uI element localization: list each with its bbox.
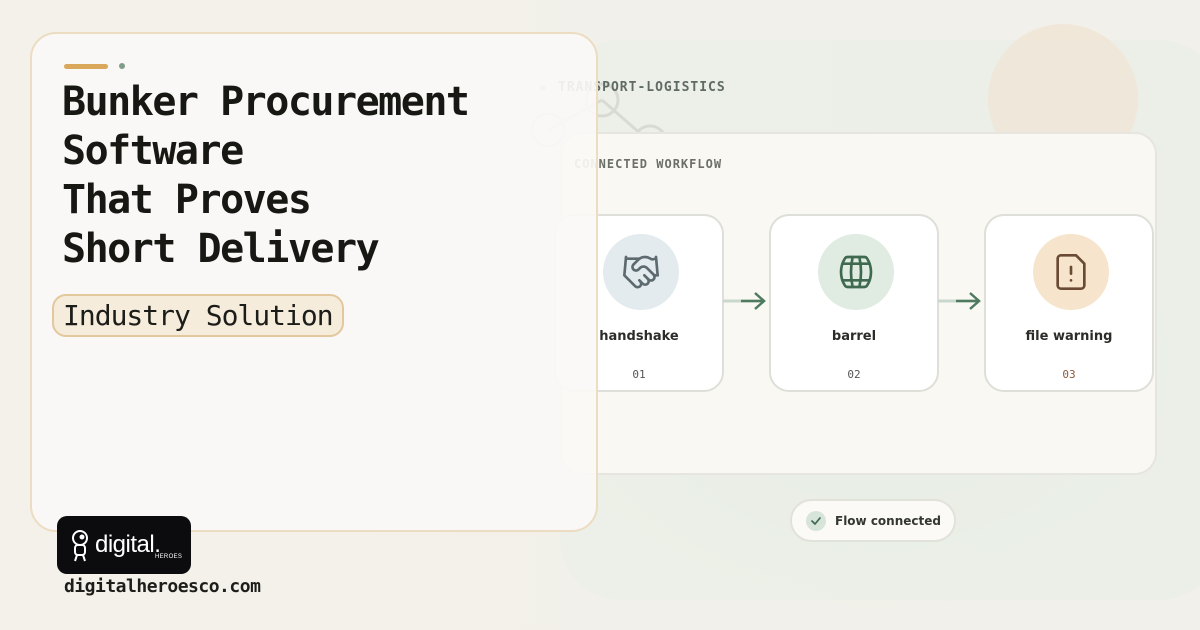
file-warning-icon <box>1056 254 1086 290</box>
step-icon-circle <box>818 234 894 310</box>
brand-logo[interactable]: digital. HEROES <box>57 516 191 574</box>
step-icon-circle <box>603 234 679 310</box>
accent-bar <box>64 64 108 69</box>
step-name: file warning <box>1025 329 1113 344</box>
title-line: Software <box>62 128 244 174</box>
step-icon-circle <box>1033 234 1109 310</box>
workflow-step-barrel: barrel 02 <box>769 214 939 392</box>
industry-tag: Industry Solution <box>52 294 344 337</box>
step-number: 02 <box>847 368 861 381</box>
title-line: Short Delivery <box>62 226 380 272</box>
handshake-icon <box>623 255 659 289</box>
accent-dot <box>119 63 125 69</box>
page-title: Bunker Procurement Software That Proves … <box>62 78 562 274</box>
workflow-step-file-warning: file warning 03 <box>984 214 1154 392</box>
site-url[interactable]: digitalheroesco.com <box>64 576 261 597</box>
check-icon <box>806 510 826 531</box>
arrow-right-icon <box>938 292 981 310</box>
astronaut-icon <box>72 530 88 562</box>
barrel-icon <box>839 255 873 289</box>
status-text: Flow connected <box>835 513 941 528</box>
step-number: 03 <box>1062 368 1076 381</box>
status-badge: Flow connected <box>790 499 956 542</box>
logo-subtext: HEROES <box>155 554 183 560</box>
arrow-right-icon <box>723 292 766 310</box>
step-name: barrel <box>831 329 877 344</box>
title-line: Bunker Procurement <box>62 79 470 125</box>
logo-wordmark: digital. <box>95 531 161 558</box>
title-line: That Proves <box>62 177 312 223</box>
